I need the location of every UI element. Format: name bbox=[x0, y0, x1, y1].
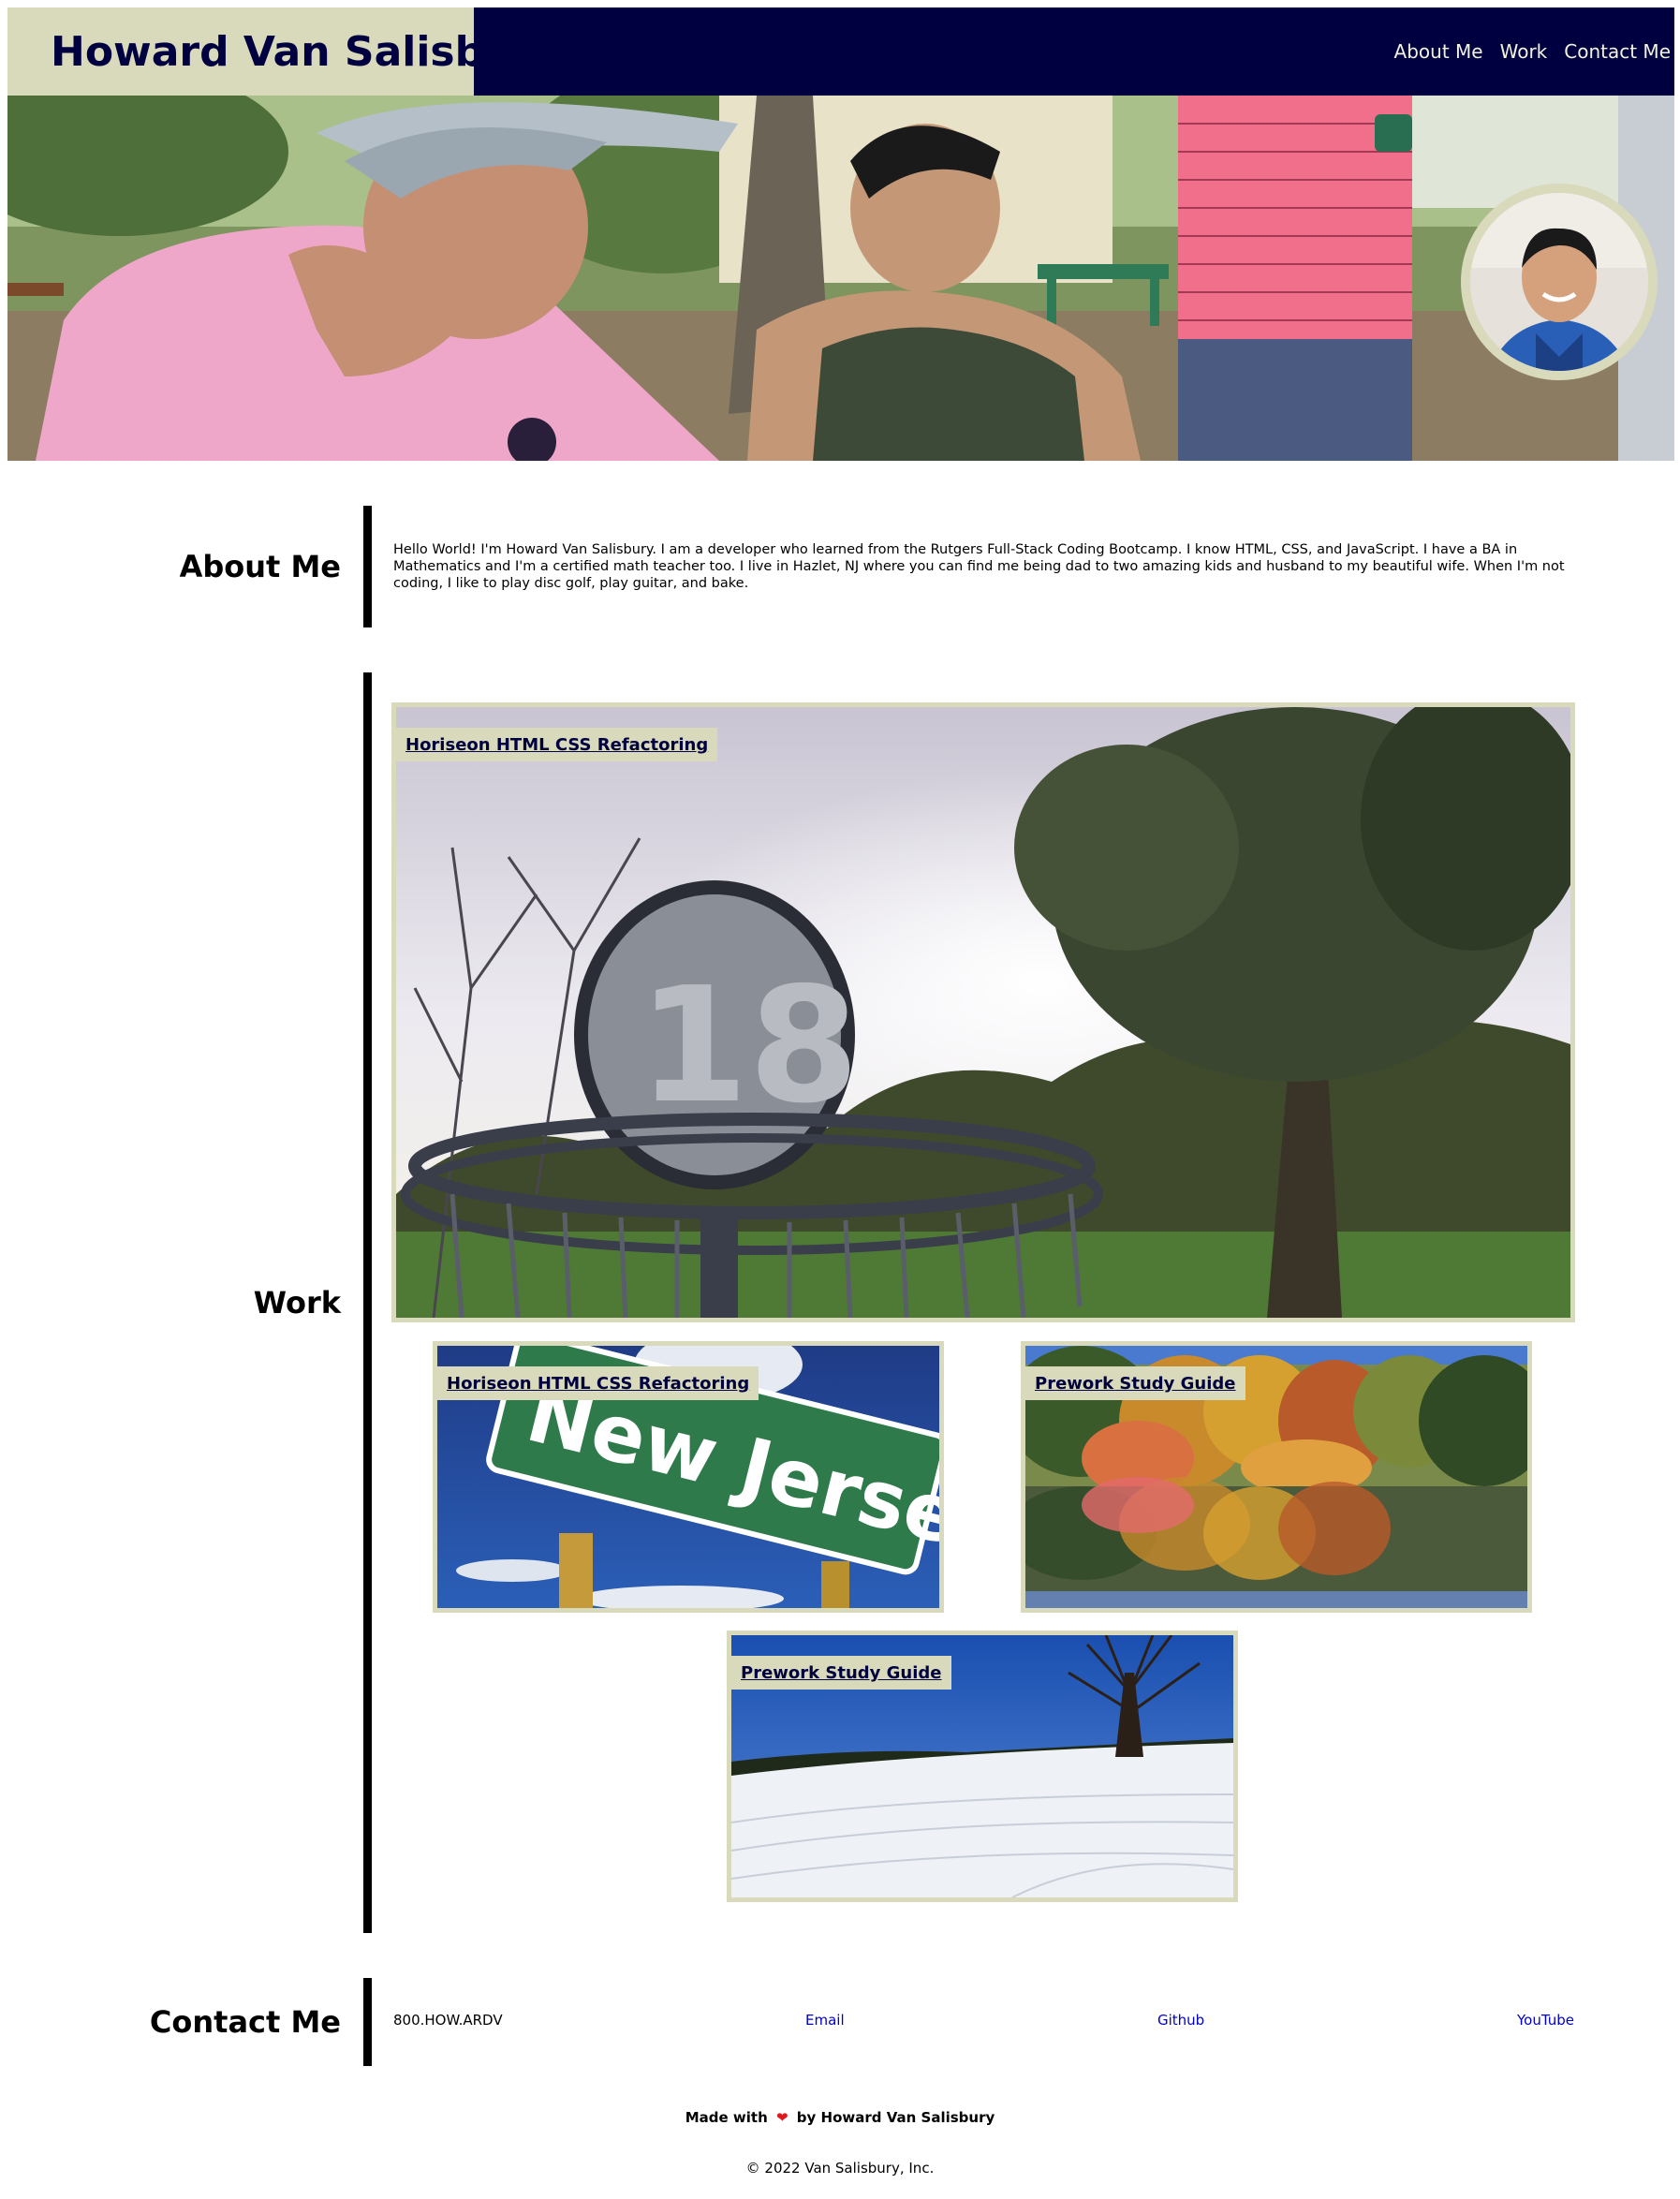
site-title: Howard Van Salisbury bbox=[51, 27, 561, 76]
main-nav: About Me Work Contact Me bbox=[1394, 7, 1671, 96]
svg-text:18: 18 bbox=[638, 953, 860, 1139]
work-heading: Work bbox=[253, 1285, 341, 1321]
contact-heading: Contact Me bbox=[149, 2004, 341, 2040]
about-text: Hello World! I'm Howard Van Salisbury. I… bbox=[393, 542, 1565, 591]
nav-contact-me[interactable]: Contact Me bbox=[1564, 40, 1671, 63]
avatar-photo bbox=[1470, 193, 1648, 371]
contact-github-link[interactable]: Github bbox=[1157, 2012, 1204, 2029]
hero-photo bbox=[7, 96, 1674, 461]
project-card-featured[interactable]: 18 Horiseon HTML CSS Refactoring bbox=[391, 702, 1575, 1322]
made-with-prefix: Made with bbox=[685, 2109, 768, 2126]
work-divider bbox=[363, 672, 372, 1933]
site-header: Howard Van Salisbury About Me Work Conta… bbox=[7, 7, 1674, 96]
project-card-2[interactable]: New Jersey Horiseon HTML CSS Refactoring bbox=[433, 1341, 944, 1613]
hero-image bbox=[7, 96, 1674, 461]
about-heading: About Me bbox=[179, 549, 341, 584]
project-card-4[interactable]: Prework Study Guide bbox=[727, 1631, 1238, 1902]
heart-icon: ❤ bbox=[775, 2109, 788, 2126]
project-label-2[interactable]: Horiseon HTML CSS Refactoring bbox=[437, 1366, 759, 1400]
made-with-suffix: by Howard Van Salisbury bbox=[796, 2109, 995, 2126]
project-label-3[interactable]: Prework Study Guide bbox=[1025, 1366, 1245, 1400]
project-card-3[interactable]: Prework Study Guide bbox=[1021, 1341, 1532, 1613]
contact-email-link[interactable]: Email bbox=[805, 2012, 845, 2029]
about-divider bbox=[363, 506, 372, 627]
project-label-1[interactable]: Horiseon HTML CSS Refactoring bbox=[396, 728, 718, 761]
nav-about-me[interactable]: About Me bbox=[1394, 40, 1483, 63]
profile-avatar bbox=[1461, 184, 1658, 380]
copyright: © 2022 Van Salisbury, Inc. bbox=[745, 2160, 935, 2177]
project-image-disc-golf: 18 bbox=[396, 707, 1570, 1318]
contact-youtube-link[interactable]: YouTube bbox=[1517, 2012, 1574, 2029]
made-with-line: Made with ❤ by Howard Van Salisbury bbox=[0, 2109, 1680, 2126]
brand-block: Howard Van Salisbury bbox=[7, 7, 561, 96]
contact-phone: 800.HOW.ARDV bbox=[393, 2012, 503, 2029]
project-label-4[interactable]: Prework Study Guide bbox=[731, 1656, 951, 1690]
nav-work[interactable]: Work bbox=[1500, 40, 1548, 63]
contact-divider bbox=[363, 1978, 372, 2066]
